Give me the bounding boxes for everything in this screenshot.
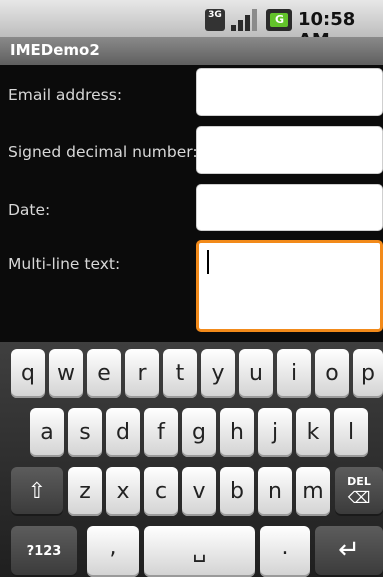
period-key[interactable]: . [260, 526, 310, 577]
text-cursor [207, 250, 209, 274]
key-e[interactable]: e [87, 349, 121, 398]
battery-glyph: G [275, 13, 285, 26]
key-n[interactable]: n [258, 467, 292, 516]
app-title-bar: IMEDemo2 [0, 37, 383, 65]
key-q[interactable]: q [11, 349, 45, 398]
space-icon: ␣ [192, 538, 207, 563]
key-x[interactable]: x [106, 467, 140, 516]
status-bar: 3G G 10:58 AM [0, 0, 383, 51]
shift-icon: ⇧ [27, 479, 47, 504]
email-field[interactable] [196, 68, 383, 116]
phone-screen: 3G G 10:58 AM IMEDemo2 Email address: Si… [0, 0, 383, 577]
key-o[interactable]: o [315, 349, 349, 398]
date-label: Date: [8, 201, 51, 219]
key-u[interactable]: u [239, 349, 273, 398]
signal-bar-3 [245, 15, 250, 31]
key-b[interactable]: b [220, 467, 254, 516]
key-s[interactable]: s [68, 408, 102, 457]
key-a[interactable]: a [30, 408, 64, 457]
signal-bar-1 [231, 25, 236, 31]
key-i[interactable]: i [277, 349, 311, 398]
enter-icon: ↵ [338, 535, 360, 565]
key-k[interactable]: k [296, 408, 330, 457]
key-d[interactable]: d [106, 408, 140, 457]
key-r[interactable]: r [125, 349, 159, 398]
network-3g-icon: 3G [205, 9, 225, 31]
battery-charging-icon: G [266, 9, 292, 31]
signal-bar-2 [238, 20, 243, 31]
multiline-text-field[interactable] [196, 240, 383, 332]
date-field[interactable] [196, 184, 383, 231]
key-g[interactable]: g [182, 408, 216, 457]
email-label: Email address: [8, 86, 123, 104]
signal-strength-icon [231, 9, 259, 31]
key-c[interactable]: c [144, 467, 178, 516]
signal-bar-4 [252, 9, 257, 31]
key-l[interactable]: l [334, 408, 368, 457]
delete-key[interactable]: DEL ⌫ [335, 467, 383, 516]
key-w[interactable]: w [49, 349, 83, 398]
enter-key[interactable]: ↵ [315, 526, 383, 577]
key-j[interactable]: j [258, 408, 292, 457]
multiline-label: Multi-line text: [8, 255, 121, 273]
comma-key[interactable]: , [87, 526, 139, 577]
key-t[interactable]: t [163, 349, 197, 398]
signed-decimal-field[interactable] [196, 126, 383, 174]
key-z[interactable]: z [68, 467, 102, 516]
key-y[interactable]: y [201, 349, 235, 398]
key-v[interactable]: v [182, 467, 216, 516]
key-p[interactable]: p [353, 349, 383, 398]
key-m[interactable]: m [296, 467, 330, 516]
shift-key[interactable]: ⇧ [11, 467, 63, 516]
soft-keyboard: q w e r t y u i o p a s d f g h j k l ⇧ … [0, 342, 383, 577]
signed-decimal-label: Signed decimal number: [8, 143, 198, 161]
key-f[interactable]: f [144, 408, 178, 457]
app-title: IMEDemo2 [10, 41, 100, 59]
symbols-key[interactable]: ?123 [11, 526, 77, 577]
space-key[interactable]: ␣ [144, 526, 255, 577]
key-h[interactable]: h [220, 408, 254, 457]
backspace-icon: ⌫ [347, 488, 371, 507]
network-type-label: 3G [208, 10, 222, 20]
